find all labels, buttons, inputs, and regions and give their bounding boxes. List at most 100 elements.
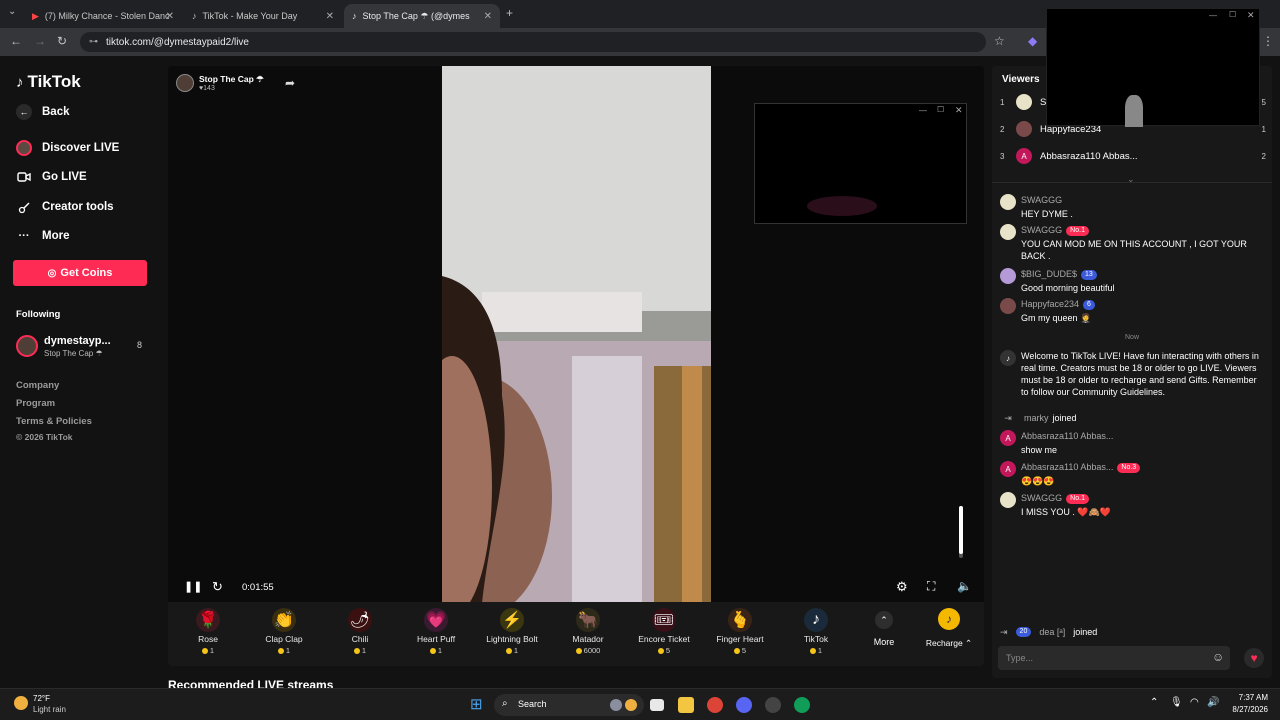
chat-input[interactable]: Type... ☺ — [998, 646, 1230, 670]
webcam-overlay-window[interactable]: — ☐ ✕ — [1046, 8, 1260, 127]
chat-username[interactable]: marky — [1024, 413, 1049, 423]
address-bar[interactable]: ⊶ tiktok.com/@dymestaypaid2/live — [80, 32, 986, 52]
chat-username[interactable]: $BIG_DUDE$ 13 — [1021, 268, 1257, 280]
volume-icon[interactable]: 🔈 — [957, 579, 972, 593]
volume-icon[interactable]: 🔊 — [1207, 697, 1219, 708]
fullscreen-icon[interactable]: ⛶ — [927, 579, 935, 594]
gift-name: Chili — [351, 634, 369, 644]
chat-username[interactable]: SWAGGG No.1 — [1021, 492, 1257, 504]
close-tab-icon[interactable]: ✕ — [484, 11, 492, 22]
close-tab-icon[interactable]: ✕ — [166, 11, 174, 22]
gift-item[interactable]: 🐂 Matador 6000 — [550, 608, 626, 655]
pause-icon[interactable]: ❚❚ — [184, 580, 202, 593]
picture-in-picture-window[interactable]: — ☐ ✕ — [754, 103, 967, 224]
coin-icon — [657, 648, 664, 655]
gift-icon: 🐂 — [576, 608, 600, 632]
minimize-icon[interactable]: — — [1209, 11, 1217, 20]
gift-item[interactable]: 🎟 Encore Ticket 5 — [626, 608, 702, 655]
discord-icon[interactable] — [736, 697, 752, 713]
live-video[interactable] — [442, 66, 711, 603]
gift-icon: 🎟 — [652, 608, 676, 632]
taskbar-search[interactable]: ⌕ Search — [494, 694, 644, 716]
maximize-icon[interactable]: ☐ — [937, 105, 944, 114]
pip-content — [807, 196, 877, 216]
chat-message: A Abbasraza110 Abbas... show me — [1000, 430, 1266, 456]
settings-icon[interactable]: ⚙ — [896, 579, 908, 595]
gift-item[interactable]: 🫰 Finger Heart 5 — [702, 608, 778, 655]
footer-link-company[interactable]: Company — [16, 380, 59, 391]
chrome-icon[interactable] — [707, 697, 723, 713]
maximize-icon[interactable]: ☐ — [1229, 10, 1236, 19]
extension-icon[interactable]: ◆ — [1028, 34, 1037, 48]
sidebar-item-go-live[interactable]: Go LIVE — [16, 169, 87, 185]
tab-tiktok-home[interactable]: ♪ TikTok - Make Your Day ✕ — [184, 4, 342, 28]
microphone-icon[interactable]: 🎙 — [1170, 697, 1183, 708]
reload-icon[interactable]: ↻ — [57, 34, 67, 48]
browser-menu-icon[interactable]: ⋮ — [1262, 34, 1274, 48]
footer-link-terms[interactable]: Terms & Policies — [16, 416, 92, 427]
chat-username[interactable]: SWAGGG No.1 — [1021, 224, 1257, 236]
more-dots-icon: ··· — [18, 230, 30, 242]
avatar — [1016, 94, 1032, 110]
back-arrow-icon[interactable]: ← — [10, 34, 22, 48]
get-coins-label: Get Coins — [60, 267, 113, 279]
clock-time[interactable]: 7:37 AM — [1232, 693, 1268, 702]
collapse-chevron-icon[interactable]: ⌄ — [1127, 174, 1135, 185]
rank-badge: No.3 — [1117, 462, 1141, 473]
bookmark-star-icon[interactable]: ☆ — [994, 34, 1005, 48]
app-icon[interactable] — [765, 697, 781, 713]
gift-item[interactable]: 👏 Clap Clap 1 — [246, 608, 322, 655]
back-link[interactable]: ← Back — [16, 104, 70, 120]
chat-username[interactable]: Happyface234 6 — [1021, 298, 1257, 310]
file-explorer-icon[interactable] — [678, 697, 694, 713]
minimize-icon[interactable]: — — [919, 106, 927, 115]
recharge-button[interactable]: ♪ Recharge ⌃ — [924, 608, 974, 649]
tab-milky-chance[interactable]: ▶ (7) Milky Chance - Stolen Danc ✕ — [24, 4, 182, 28]
share-icon[interactable]: ➦ — [285, 76, 295, 90]
chrome-icon[interactable] — [794, 697, 810, 713]
wifi-icon[interactable]: ◠ — [1190, 697, 1199, 708]
gift-item[interactable]: 🌶 Chili 1 — [322, 608, 398, 655]
close-icon[interactable]: ✕ — [955, 105, 963, 116]
tab-stop-the-cap[interactable]: ♪ Stop The Cap ☂ (@dymes ✕ — [344, 4, 500, 28]
get-coins-button[interactable]: ◎ Get Coins — [13, 260, 147, 286]
chat-username[interactable]: dea [ᵃ] — [1039, 627, 1065, 637]
close-tab-icon[interactable]: ✕ — [326, 11, 334, 22]
chat-username[interactable]: Abbasraza110 Abbas... — [1021, 430, 1257, 442]
sidebar-item-more[interactable]: ··· More — [16, 228, 70, 244]
tiktok-icon: ♪ — [192, 11, 197, 21]
emoji-icon[interactable]: ☺ — [1212, 650, 1224, 664]
tray-chevron-icon[interactable]: ⌃ — [1150, 697, 1158, 708]
gift-item[interactable]: ⚡ Lightning Bolt 1 — [474, 608, 550, 655]
stream-timer: 0:01:55 — [242, 582, 274, 593]
following-item[interactable]: dymestayp... Stop The Cap ☂ 8 — [16, 334, 146, 360]
viewer-gift-count: 2 — [1261, 151, 1266, 161]
clock-date[interactable]: 8/27/2026 — [1222, 705, 1268, 714]
refresh-icon[interactable]: ↻ — [212, 579, 223, 595]
chat-message: A Abbasraza110 Abbas... No.3 😍😍😍 — [1000, 461, 1266, 487]
chat-username[interactable]: SWAGGG — [1021, 194, 1257, 206]
gift-item[interactable]: ♪ TikTok 1 — [778, 608, 854, 655]
tab-search-chevron-icon[interactable]: ⌄ — [8, 6, 16, 17]
close-icon[interactable]: ✕ — [1247, 10, 1255, 21]
site-info-icon[interactable]: ⊶ — [89, 36, 98, 47]
weather-temp[interactable]: 72°F — [33, 694, 50, 703]
windows-start-icon[interactable]: ⊞ — [470, 697, 483, 712]
sidebar-item-label: Creator tools — [42, 201, 114, 213]
gift-item[interactable]: 💗 Heart Puff 1 — [398, 608, 474, 655]
forward-arrow-icon[interactable]: → — [34, 34, 46, 48]
coin-icon — [505, 648, 512, 655]
gift-more-button[interactable]: ⌃ More — [872, 610, 896, 647]
volume-slider[interactable] — [959, 506, 963, 558]
gift-item[interactable]: 🌹 Rose 1 — [170, 608, 246, 655]
new-tab-button[interactable]: + — [506, 6, 513, 20]
chat-username[interactable]: Abbasraza110 Abbas... No.3 — [1021, 461, 1257, 473]
sidebar-item-discover-live[interactable]: Discover LIVE — [16, 140, 119, 156]
footer-link-program[interactable]: Program — [16, 398, 55, 409]
task-view-icon[interactable] — [650, 699, 664, 711]
host-info[interactable]: Stop The Cap ☂ ♥143 — [176, 74, 272, 94]
heart-icon[interactable]: ♥ — [1244, 648, 1264, 668]
tiktok-logo[interactable]: ♪ TikTok — [16, 72, 81, 92]
viewer-row[interactable]: 3 A Abbasraza110 Abbas... 2 — [1000, 146, 1266, 166]
sidebar-item-creator-tools[interactable]: Creator tools — [16, 199, 114, 215]
